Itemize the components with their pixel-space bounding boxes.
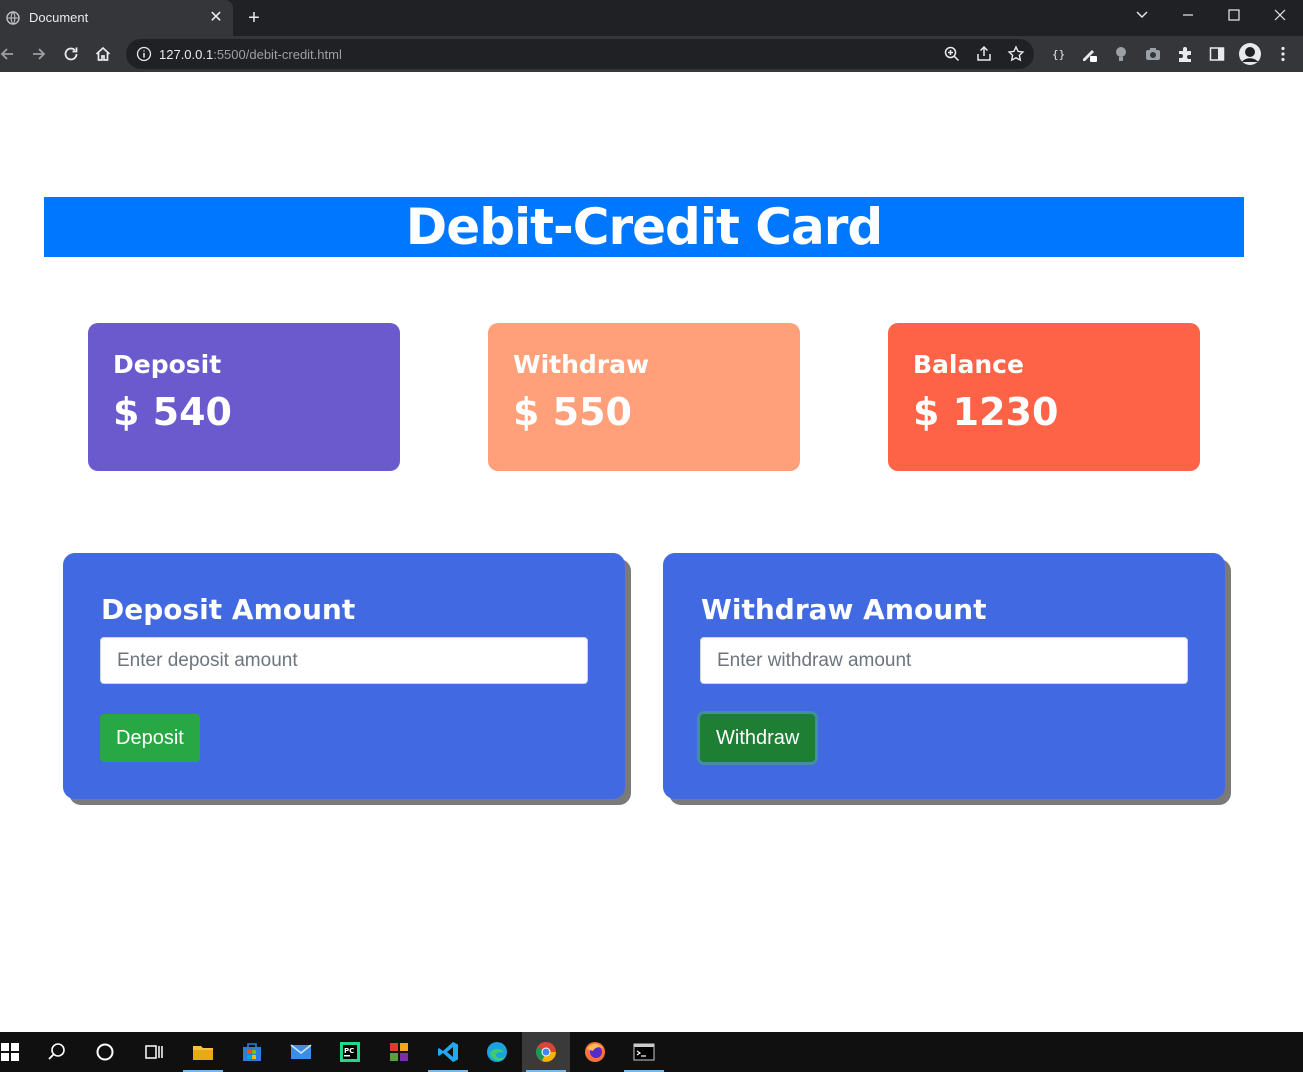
search-icon[interactable] — [33, 1032, 81, 1072]
tab-title: Document — [29, 10, 89, 25]
app-icon[interactable] — [375, 1032, 423, 1072]
withdraw-amount-input[interactable] — [700, 637, 1188, 684]
chrome-icon[interactable] — [522, 1032, 570, 1072]
file-explorer-icon[interactable] — [179, 1032, 227, 1072]
url-path: :5500/debit-credit.html — [213, 47, 342, 62]
profile-avatar-icon[interactable] — [1238, 42, 1262, 66]
zoom-icon[interactable] — [943, 45, 961, 63]
globe-icon — [6, 11, 20, 25]
home-icon[interactable] — [90, 41, 116, 67]
store-icon[interactable] — [228, 1032, 276, 1072]
withdraw-total-value: $ 550 — [513, 390, 632, 434]
withdraw-total-card: Withdraw $ 550 — [488, 323, 800, 471]
firefox-icon[interactable] — [571, 1032, 619, 1072]
vscode-icon[interactable] — [424, 1032, 472, 1072]
more-menu-icon[interactable] — [1274, 45, 1292, 63]
deposit-button[interactable]: Deposit — [100, 714, 200, 762]
page-title: Debit-Credit Card — [405, 198, 883, 256]
deposit-form-card: Deposit Amount Deposit — [63, 553, 625, 799]
forward-arrow-icon[interactable] — [26, 41, 52, 67]
reload-icon[interactable] — [58, 41, 84, 67]
page-content: Debit-Credit Card Deposit $ 540 Withdraw… — [0, 72, 1303, 1032]
minimize-icon[interactable] — [1165, 0, 1211, 30]
site-info-icon[interactable] — [136, 46, 152, 62]
mail-icon[interactable] — [277, 1032, 325, 1072]
balance-total-card: Balance $ 1230 — [888, 323, 1200, 471]
puzzle-extensions-icon[interactable] — [1176, 45, 1194, 63]
balance-total-label: Balance — [913, 350, 1024, 379]
tab-search-chevron-icon[interactable] — [1119, 0, 1165, 30]
windows-taskbar: PC — [0, 1032, 1303, 1072]
deposit-amount-input[interactable] — [100, 637, 588, 684]
deposit-total-value: $ 540 — [113, 390, 232, 434]
windows-start-icon[interactable] — [0, 1032, 34, 1072]
url-host: 127.0.0.1 — [159, 47, 214, 62]
close-tab-icon[interactable]: ✕ — [206, 8, 226, 28]
withdraw-total-label: Withdraw — [513, 350, 650, 379]
deposit-total-card: Deposit $ 540 — [88, 323, 400, 471]
svg-text:PC: PC — [344, 1047, 354, 1055]
edge-icon[interactable] — [473, 1032, 521, 1072]
url-text: 127.0.0.1:5500/debit-credit.html — [159, 47, 342, 62]
pen-extension-icon[interactable] — [1080, 45, 1098, 63]
side-panel-icon[interactable] — [1208, 45, 1226, 63]
withdraw-form-title: Withdraw Amount — [701, 593, 987, 626]
browser-toolbar: 127.0.0.1:5500/debit-credit.html {} — [0, 36, 1303, 72]
json-extension-icon[interactable]: {} — [1048, 45, 1066, 63]
terminal-icon[interactable] — [620, 1032, 668, 1072]
bookmark-star-icon[interactable] — [1007, 45, 1025, 63]
bulb-extension-icon[interactable] — [1112, 45, 1130, 63]
balance-total-value: $ 1230 — [913, 390, 1059, 434]
cortana-icon[interactable] — [81, 1032, 129, 1072]
deposit-form-title: Deposit Amount — [101, 593, 356, 626]
withdraw-form-card: Withdraw Amount Withdraw — [663, 553, 1225, 799]
camera-extension-icon[interactable] — [1144, 45, 1162, 63]
maximize-icon[interactable] — [1211, 0, 1257, 30]
share-icon[interactable] — [975, 45, 993, 63]
deposit-total-label: Deposit — [113, 350, 222, 379]
browser-tab-strip: Document ✕ + — [0, 0, 1303, 36]
address-bar[interactable]: 127.0.0.1:5500/debit-credit.html — [126, 39, 1034, 69]
close-window-icon[interactable] — [1257, 0, 1303, 30]
back-arrow-icon[interactable] — [0, 41, 20, 67]
withdraw-button[interactable]: Withdraw — [700, 714, 816, 762]
title-banner: Debit-Credit Card — [44, 197, 1244, 257]
task-view-icon[interactable] — [129, 1032, 177, 1072]
pycharm-icon[interactable]: PC — [326, 1032, 374, 1072]
svg-text:{}: {} — [1052, 48, 1065, 61]
browser-tab[interactable]: Document ✕ — [0, 0, 233, 36]
new-tab-plus-icon[interactable]: + — [243, 7, 265, 29]
